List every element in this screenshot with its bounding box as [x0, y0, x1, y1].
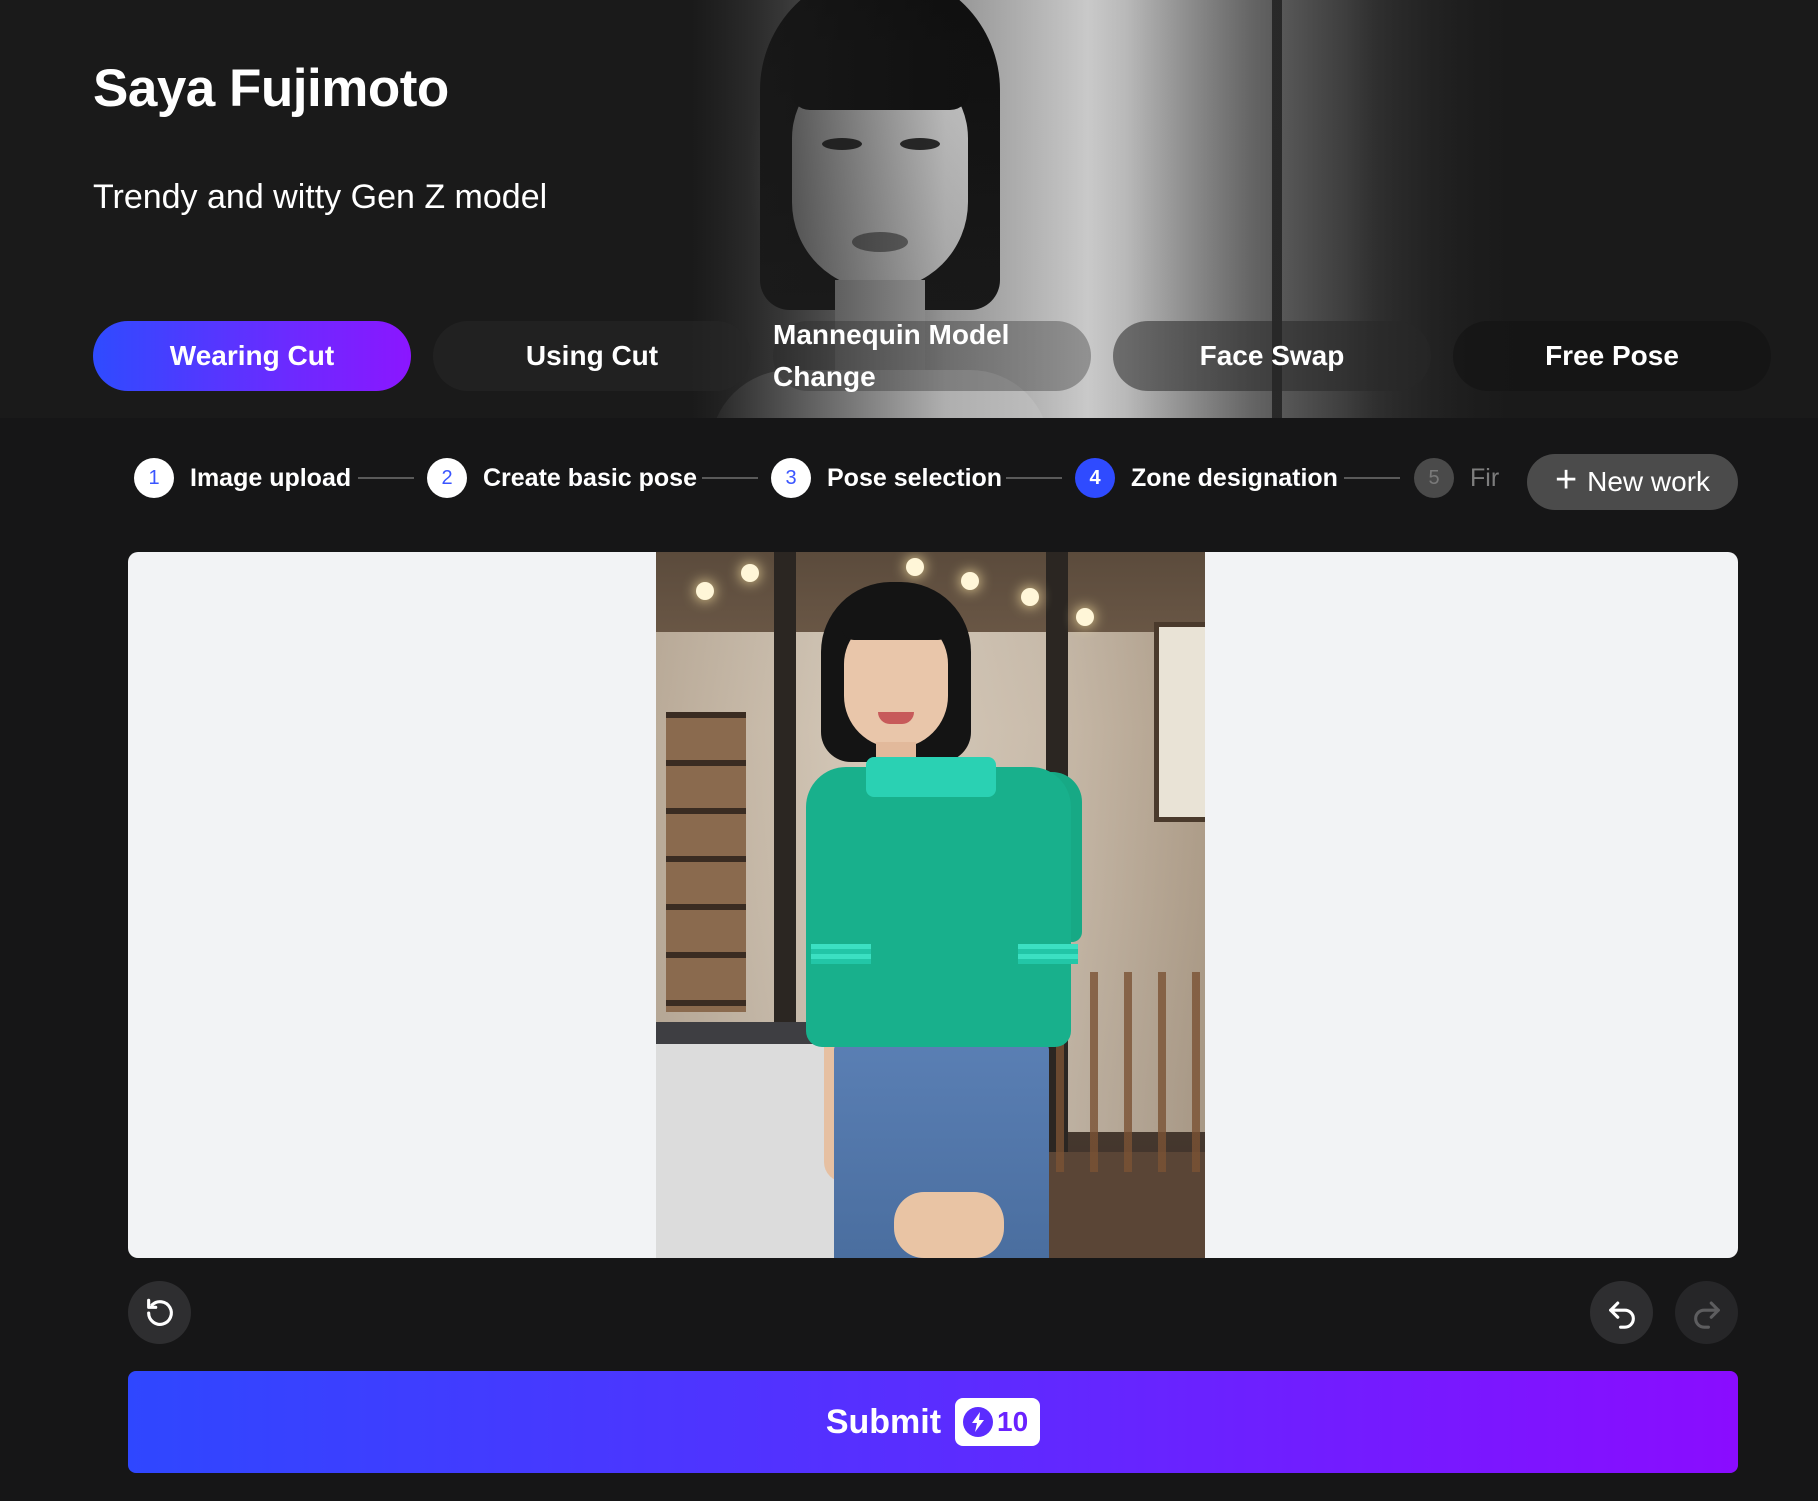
- credit-cost-value: 10: [997, 1406, 1029, 1437]
- submit-button[interactable]: Submit 10: [128, 1371, 1738, 1473]
- step-number: 1: [134, 458, 174, 498]
- step-connector: [1006, 477, 1062, 479]
- step-label: Pose selection: [827, 463, 1003, 492]
- tab-mannequin-model-change[interactable]: Mannequin Model Change: [773, 319, 1091, 392]
- workflow-stepper: 1 Image upload 2 Create basic pose 3 Pos…: [134, 456, 1744, 500]
- step-final: 5 Fir: [1414, 456, 1499, 500]
- step-number: 4: [1075, 458, 1115, 498]
- editing-canvas[interactable]: [128, 552, 1738, 1258]
- model-hero: Saya Fujimoto Trendy and witty Gen Z mod…: [0, 0, 1818, 418]
- designated-zone-mask: [806, 767, 1071, 1047]
- tab-using-cut[interactable]: Using Cut: [433, 321, 751, 391]
- new-work-button[interactable]: + New work: [1527, 454, 1738, 510]
- undo-icon: [1608, 1301, 1635, 1329]
- step-create-basic-pose[interactable]: 2 Create basic pose: [427, 456, 697, 500]
- new-work-label: New work: [1587, 466, 1711, 497]
- step-zone-designation[interactable]: 4 Zone designation: [1075, 456, 1338, 500]
- step-label: Create basic pose: [483, 463, 697, 492]
- plus-icon: +: [1554, 459, 1578, 501]
- tab-free-pose[interactable]: Free Pose: [1453, 321, 1771, 391]
- lightning-bolt-icon: [963, 1407, 994, 1437]
- step-number: 2: [427, 458, 467, 498]
- tab-label: Mannequin Model Change: [773, 319, 1010, 392]
- step-pose-selection[interactable]: 3 Pose selection: [771, 456, 1002, 500]
- step-number: 3: [771, 458, 811, 498]
- step-image-upload[interactable]: 1 Image upload: [134, 456, 351, 500]
- submit-label: Submit: [825, 1402, 942, 1441]
- step-connector: [702, 477, 758, 479]
- step-connector: [358, 477, 414, 479]
- model-tagline: Trendy and witty Gen Z model: [93, 178, 548, 216]
- step-number: 5: [1414, 458, 1454, 498]
- step-label: Image upload: [190, 463, 352, 492]
- credit-cost-badge: 10: [955, 1398, 1041, 1446]
- step-connector: [1344, 477, 1400, 479]
- rotate-ccw-icon: [146, 1298, 173, 1326]
- reset-button[interactable]: [128, 1281, 191, 1344]
- tab-wearing-cut[interactable]: Wearing Cut: [93, 321, 411, 391]
- step-label: Zone designation: [1131, 463, 1338, 492]
- model-name: Saya Fujimoto: [93, 59, 449, 118]
- step-label: Fir: [1470, 463, 1500, 492]
- undo-button[interactable]: [1590, 1281, 1653, 1344]
- tab-face-swap[interactable]: Face Swap: [1113, 321, 1431, 391]
- redo-icon: [1693, 1301, 1720, 1329]
- model-photo-with-masked-shirt[interactable]: [656, 552, 1205, 1258]
- redo-button[interactable]: [1675, 1281, 1738, 1344]
